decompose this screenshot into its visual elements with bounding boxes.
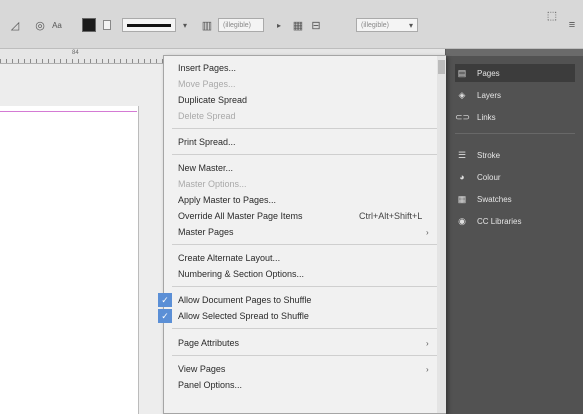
opacity-dropdown-icon[interactable]: ▸ <box>272 18 286 32</box>
panel-item-pages[interactable]: ▤ Pages <box>455 64 575 82</box>
menu-scroll-thumb[interactable] <box>438 60 445 74</box>
stroke-icon: ☰ <box>457 149 467 160</box>
menu-item-panel-options[interactable]: Panel Options... <box>164 377 447 393</box>
panel-item-label: Pages <box>477 68 500 78</box>
menu-item-label: Master Pages <box>178 227 234 237</box>
menu-item-label: Allow Selected Spread to Shuffle <box>178 311 309 321</box>
fill-text-icon[interactable]: Aa <box>50 18 64 32</box>
menu-item-shortcut: Ctrl+Alt+Shift+L <box>359 211 423 221</box>
menu-item-label: Allow Document Pages to Shuffle <box>178 295 312 305</box>
panel-dock-header[interactable] <box>446 49 583 56</box>
panel-item-swatches[interactable]: ▦ Swatches <box>455 190 575 208</box>
menu-item-delete-spread: Delete Spread <box>164 108 447 124</box>
links-icon: ⊂⊃ <box>455 111 471 122</box>
menu-separator <box>172 128 439 129</box>
panel-item-colour[interactable]: ◕ Colour <box>455 168 575 186</box>
menu-item-label: Panel Options... <box>178 380 243 390</box>
menu-item-print-spread[interactable]: Print Spread... <box>164 134 447 150</box>
menu-scrollbar[interactable] <box>437 56 446 413</box>
fill-swatch[interactable] <box>82 18 96 32</box>
cc-libraries-icon: ◉ <box>458 215 466 226</box>
menu-item-numbering-section[interactable]: Numbering & Section Options... <box>164 266 447 282</box>
menu-item-label: Override All Master Page Items <box>178 211 303 221</box>
checkmark-icon: ✓ <box>158 293 172 307</box>
menu-item-label: Move Pages... <box>178 79 236 89</box>
menu-item-new-master[interactable]: New Master... <box>164 160 447 176</box>
layers-icon: ◈ <box>458 89 466 100</box>
checkmark-icon: ✓ <box>158 309 172 323</box>
margin-guide <box>0 111 137 112</box>
menu-separator <box>172 154 439 155</box>
menu-item-apply-master[interactable]: Apply Master to Pages... <box>164 192 447 208</box>
opacity-field[interactable]: (illegible) <box>218 18 264 32</box>
panel-item-layers[interactable]: ◈ Layers <box>455 86 575 104</box>
pages-icon: ▤ <box>457 67 467 78</box>
stroke-type-select[interactable] <box>122 18 176 32</box>
opacity-field-value: (illegible) <box>223 21 252 29</box>
menu-item-view-pages[interactable]: View Pages › <box>164 361 447 377</box>
menu-separator <box>172 328 439 329</box>
panel-item-label: Stroke <box>477 150 501 160</box>
panel-menu-icon[interactable]: ≡ <box>565 18 579 32</box>
menu-item-label: Page Attributes <box>178 338 240 348</box>
submenu-arrow-icon: › <box>426 364 429 374</box>
opacity-icon: ▥ <box>201 19 213 32</box>
menu-item-label: Print Spread... <box>178 137 236 147</box>
menu-separator <box>172 355 439 356</box>
menu-item-duplicate-spread[interactable]: Duplicate Spread <box>164 92 447 108</box>
menu-item-label: New Master... <box>178 163 234 173</box>
panel-item-stroke[interactable]: ☰ Stroke <box>455 146 575 164</box>
menu-item-label: Duplicate Spread <box>178 95 248 105</box>
zoom-dropdown-icon[interactable]: ▾ <box>404 18 418 32</box>
menu-item-master-options: Master Options... <box>164 176 447 192</box>
stroke-swatch[interactable] <box>103 20 111 30</box>
menu-item-page-attributes[interactable]: Page Attributes › <box>164 335 447 351</box>
panel-item-label: Links <box>477 112 496 122</box>
menu-item-label: View Pages <box>178 364 226 374</box>
menu-item-label: Apply Master to Pages... <box>178 195 277 205</box>
menu-item-label: Delete Spread <box>178 111 236 121</box>
menu-item-allow-document-shuffle[interactable]: ✓ Allow Document Pages to Shuffle <box>158 292 447 308</box>
zoom-field-value: (illegible) <box>361 21 390 29</box>
tool-options-icon[interactable]: ⬚ <box>545 8 559 22</box>
panel-item-cc-libraries[interactable]: ◉ CC Libraries <box>455 212 575 230</box>
menu-item-move-pages: Move Pages... <box>164 76 447 92</box>
pages-panel-menu: Insert Pages... Move Pages... Duplicate … <box>158 55 447 414</box>
panel-item-label: Swatches <box>477 194 512 204</box>
control-bar: ◿ ◎ Aa ▾ ▥ (illegible) ▸ ▦ ⊟ (illegible)… <box>0 0 583 49</box>
distribute-icon[interactable]: ⊟ <box>309 18 323 32</box>
corner-options-icon[interactable]: ◿ <box>8 18 22 32</box>
menu-item-create-alternate-layout[interactable]: Create Alternate Layout... <box>164 250 447 266</box>
swatches-icon: ▦ <box>457 193 467 204</box>
menu-item-label: Master Options... <box>178 179 247 189</box>
chevron-down-icon[interactable]: ▾ <box>178 18 192 32</box>
menu-item-master-pages[interactable]: Master Pages › <box>164 224 447 240</box>
panel-item-label: Layers <box>477 90 502 100</box>
effects-icon[interactable]: ◎ <box>33 18 47 32</box>
stroke-line-preview <box>127 23 171 27</box>
menu-item-label: Numbering & Section Options... <box>178 269 305 279</box>
menu-item-allow-spread-shuffle[interactable]: ✓ Allow Selected Spread to Shuffle <box>158 308 447 324</box>
menu-item-override-master-items[interactable]: Override All Master Page Items Ctrl+Alt+… <box>164 208 447 224</box>
panel-item-label: CC Libraries <box>477 216 522 226</box>
panel-item-label: Colour <box>477 172 501 182</box>
menu-item-label: Insert Pages... <box>178 63 237 73</box>
panel-item-links[interactable]: ⊂⊃ Links <box>455 108 575 126</box>
menu-separator <box>172 286 439 287</box>
menu-item-insert-pages[interactable]: Insert Pages... <box>164 60 447 76</box>
menu-separator <box>172 244 439 245</box>
panel-divider <box>455 133 575 134</box>
ruler-tick-label: 84 <box>72 50 79 56</box>
submenu-arrow-icon: › <box>426 338 429 348</box>
colour-icon: ◕ <box>459 172 465 182</box>
align-icon[interactable]: ▦ <box>291 18 305 32</box>
document-page[interactable] <box>0 106 139 414</box>
submenu-arrow-icon: › <box>426 227 429 237</box>
menu-item-label: Create Alternate Layout... <box>178 253 281 263</box>
